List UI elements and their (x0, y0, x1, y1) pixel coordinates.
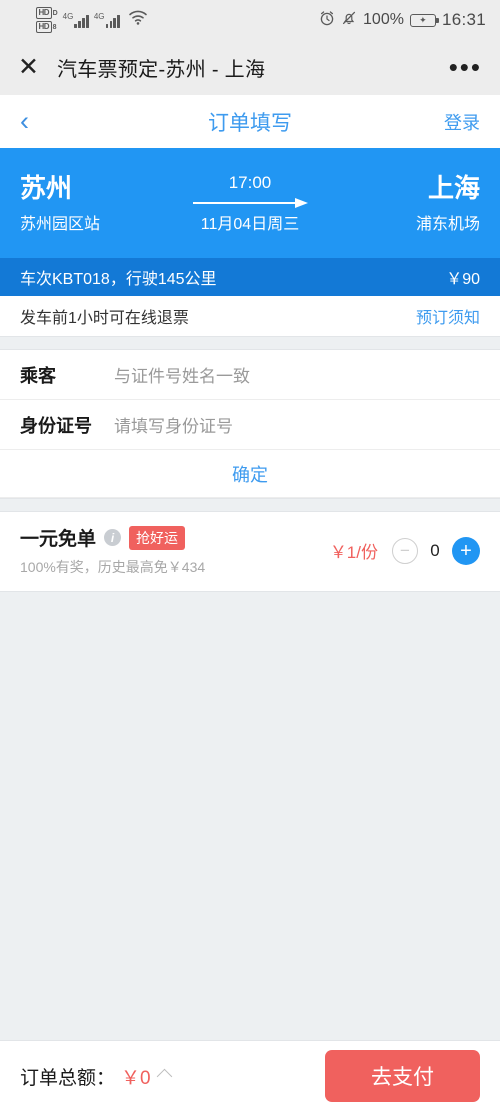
promo-controls: ￥1/份 − 0 + (329, 536, 480, 565)
more-dots-icon[interactable]: ••• (449, 54, 482, 79)
confirm-button[interactable]: 确定 (232, 461, 268, 487)
promo-title-group: 一元免单 i 抢好运 (20, 524, 330, 551)
promo-badge: 抢好运 (129, 525, 186, 550)
origin-block: 苏州 苏州园区站 (20, 172, 170, 234)
hd-indicator-2: HD 8 (36, 21, 58, 33)
status-bar: HD D HD 8 4G 4G 100% ✦ 16:31 (0, 0, 500, 40)
signal-bars-icon-2 (105, 14, 121, 28)
bell-muted-icon (341, 10, 357, 31)
id-number-input[interactable]: 请填写身份证号 (114, 412, 480, 437)
hd-label-2: HD (36, 21, 52, 33)
close-icon[interactable]: ✕ (18, 55, 39, 80)
departure-time: 17:00 (228, 172, 272, 192)
hd-indicator-1: HD D (36, 7, 58, 19)
passenger-name-label: 乘客 (20, 365, 56, 386)
id-number-row[interactable]: 身份证号 请填写身份证号 (0, 400, 500, 450)
chevron-up-icon[interactable] (156, 1068, 172, 1084)
destination-block: 上海 浦东机场 (330, 172, 480, 234)
refund-policy-text: 发车前1小时可在线退票 (20, 310, 189, 327)
wifi-icon (128, 10, 148, 30)
hd-sub-2: 8 (52, 23, 57, 31)
trip-info-strip: 车次KBT018，行驶145公里 ￥90 (0, 258, 500, 296)
destination-city: 上海 (427, 173, 480, 204)
pay-button[interactable]: 去支付 (325, 1050, 480, 1102)
page-title: 汽车票预定-苏州 - 上海 (56, 59, 266, 81)
origin-city: 苏州 (20, 173, 73, 204)
clock-time: 16:31 (441, 10, 486, 29)
order-total-label: 订单总额： (20, 1067, 116, 1089)
passenger-name-row[interactable]: 乘客 与证件号姓名一致 (0, 350, 500, 400)
bottom-action-bar: 订单总额： ￥0 去支付 (0, 1040, 500, 1111)
origin-station: 苏州园区站 (20, 215, 101, 233)
booking-notice-link[interactable]: 预订须知 (416, 304, 480, 328)
signal-bars-icon-1 (74, 14, 89, 28)
app-title-bar: ✕ 汽车票预定-苏州 - 上海 ••• (0, 40, 500, 95)
nav-title: 订单填写 (208, 111, 292, 135)
minus-circle-icon[interactable]: − (392, 537, 418, 564)
arrow-right-icon (192, 197, 308, 208)
promo-quantity: 0 (430, 540, 440, 560)
battery-percent: 100% (363, 11, 404, 28)
refund-policy-row: 发车前1小时可在线退票 预订须知 (0, 296, 500, 336)
promo-info: 一元免单 i 抢好运 100%有奖，历史最高免￥434 (20, 524, 330, 577)
battery-charging-icon: ✦ (409, 13, 439, 27)
status-right-group: 100% ✦ 16:31 (319, 10, 486, 31)
status-left-group: HD D HD 8 4G 4G (36, 7, 148, 33)
signal-indicator-1: 4G (62, 11, 89, 28)
trip-price: ￥90 (446, 271, 480, 288)
info-icon[interactable]: i (104, 529, 122, 546)
promo-subtitle: 100%有奖，历史最高免￥434 (20, 559, 206, 575)
departure-date: 11月04日周三 (200, 215, 300, 233)
network-type-1: 4G (62, 11, 74, 21)
hd-label-1: HD (36, 7, 52, 19)
hd-indicators: HD D HD 8 (36, 7, 58, 33)
section-divider (0, 336, 500, 350)
alarm-icon (319, 10, 335, 31)
order-total-amount: ￥0 (121, 1067, 151, 1089)
network-type-2: 4G (93, 11, 105, 21)
plus-circle-icon[interactable]: + (452, 536, 480, 565)
signal-indicator-2: 4G (93, 11, 121, 28)
quantity-stepper: − 0 + (392, 536, 480, 565)
login-link[interactable]: 登录 (444, 109, 480, 135)
section-divider-2 (0, 498, 500, 512)
confirm-row[interactable]: 确定 (0, 450, 500, 498)
passenger-form: 乘客 与证件号姓名一致 身份证号 请填写身份证号 确定 (0, 350, 500, 498)
passenger-name-input[interactable]: 与证件号姓名一致 (114, 362, 480, 387)
id-number-label: 身份证号 (20, 415, 92, 436)
route-banner: 苏州 苏州园区站 17:00 11月04日周三 上海 浦东机场 (0, 148, 500, 258)
nav-bar: ‹ 订单填写 登录 (0, 95, 500, 148)
hd-sub-1: D (52, 9, 58, 17)
empty-content-area (0, 592, 500, 1002)
promo-title: 一元免单 (20, 529, 97, 550)
promo-row: 一元免单 i 抢好运 100%有奖，历史最高免￥434 ￥1/份 − 0 + (0, 512, 500, 592)
route-middle: 17:00 11月04日周三 (170, 173, 330, 234)
promo-unit-price: ￥1/份 (329, 543, 378, 562)
destination-station: 浦东机场 (415, 215, 480, 233)
trip-info-text: 车次KBT018，行驶145公里 (20, 271, 217, 288)
